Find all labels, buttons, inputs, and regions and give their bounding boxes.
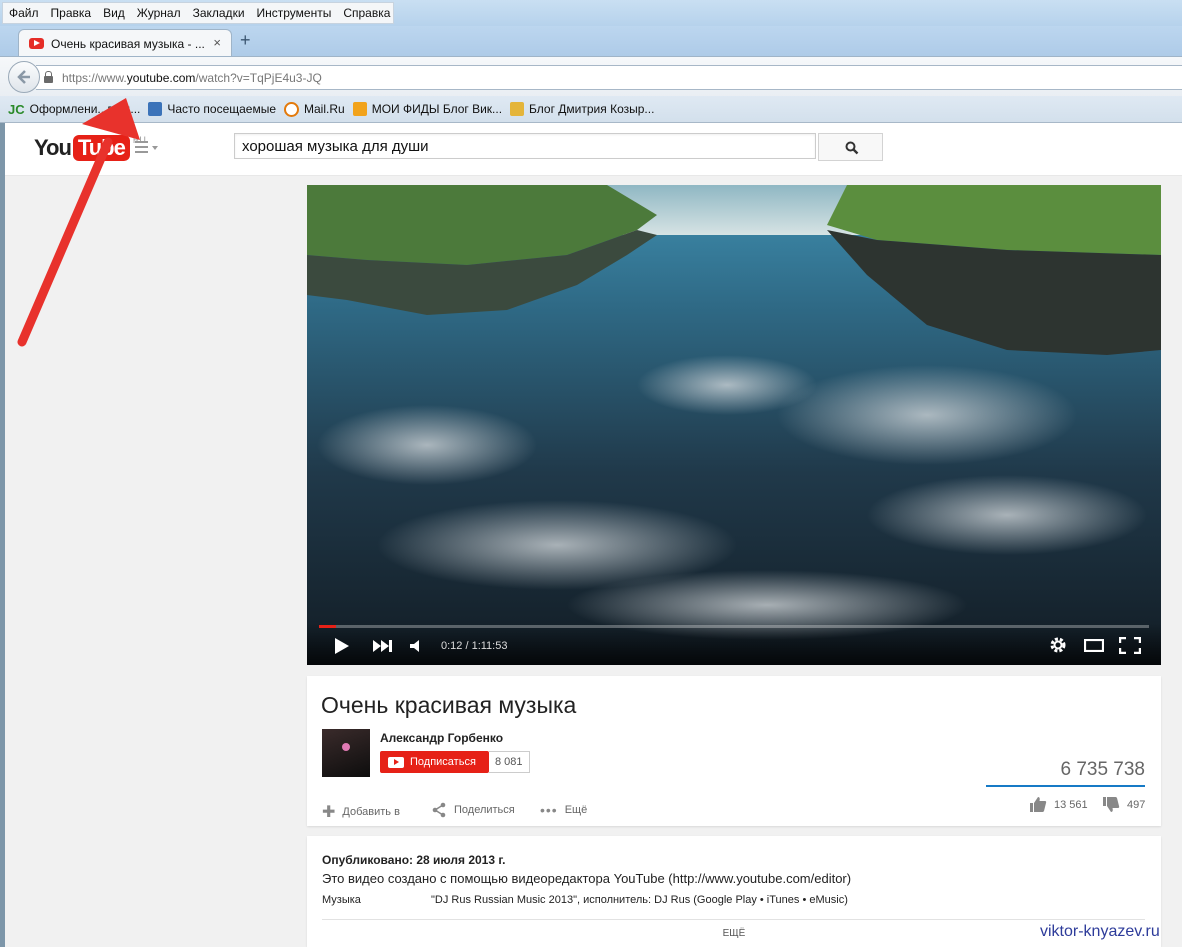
share-icon <box>432 802 446 818</box>
search-button[interactable] <box>818 133 883 161</box>
video-title: Очень красивая музыка <box>321 692 577 718</box>
fullscreen-icon[interactable] <box>1119 637 1141 654</box>
like-button[interactable]: 13 561 <box>1029 796 1088 813</box>
subscribe-button[interactable]: Подписаться <box>380 751 489 773</box>
thumbs-down-icon <box>1103 797 1120 812</box>
search-input[interactable] <box>234 133 816 159</box>
bookmarks-bar: JC Оформлени...ва ::... Часто посещаемые… <box>0 96 1182 123</box>
dislike-button[interactable]: 497 <box>1102 796 1145 813</box>
menu-bookmarks[interactable]: Закладки <box>187 6 251 20</box>
channel-name[interactable]: Александр Горбенко <box>380 731 503 745</box>
navigation-bar: https://www.youtube.com/watch?v=TqPjE4u3… <box>0 56 1182 97</box>
thumbs-up-icon <box>1030 797 1047 812</box>
menu-view[interactable]: Вид <box>97 6 131 20</box>
youtube-masthead: You Tube RU <box>5 123 1182 176</box>
watermark: viktor-knyazev.ru <box>1040 923 1160 940</box>
publish-date: Опубликовано: 28 июля 2013 г. <box>322 853 506 867</box>
music-label: Музыка <box>322 894 361 906</box>
bookmark-kozyrev-blog[interactable]: Блог Дмитрия Козыр... <box>510 102 654 116</box>
play-icon[interactable] <box>334 637 350 655</box>
menu-edit[interactable]: Правка <box>45 6 98 20</box>
bookmark-mailru[interactable]: Mail.Ru <box>284 101 345 117</box>
bookmark-most-visited[interactable]: Часто посещаемые <box>148 102 276 116</box>
theater-mode-icon[interactable] <box>1084 639 1104 652</box>
music-value: "DJ Rus Russian Music 2013", исполнитель… <box>431 894 848 906</box>
subscriber-count: 8 081 <box>489 751 530 773</box>
tab-youtube[interactable]: Очень красивая музыка - ... × <box>18 29 232 57</box>
more-actions-button[interactable]: ••• Ещё <box>540 802 587 818</box>
youtube-page: You Tube RU хорошая музыка для души 0:12… <box>0 123 1182 947</box>
video-info-card: Очень красивая музыка Александр Горбенко… <box>307 676 1161 826</box>
progress-bar[interactable] <box>319 625 1149 628</box>
menu-history[interactable]: Журнал <box>131 6 187 20</box>
channel-avatar[interactable] <box>322 729 370 777</box>
view-count: 6 735 738 <box>1060 759 1145 780</box>
settings-gear-icon[interactable] <box>1049 636 1067 654</box>
rss-icon <box>352 102 367 116</box>
red-annotation-arrow-icon <box>17 98 140 347</box>
menu-help[interactable]: Справка <box>337 6 396 20</box>
progress-fill <box>319 625 336 628</box>
show-more-button[interactable]: ЕЩЁ <box>307 928 1161 939</box>
tab-title: Очень красивая музыка - ... <box>51 36 205 51</box>
youtube-favicon-icon <box>29 38 44 49</box>
close-tab-icon[interactable]: × <box>213 35 221 50</box>
new-tab-button[interactable]: + <box>240 30 251 51</box>
address-bar[interactable]: https://www.youtube.com/watch?v=TqPjE4u3… <box>36 65 1182 90</box>
video-player[interactable]: 0:12 / 1:11:53 <box>307 185 1161 665</box>
like-ratio-bar <box>986 785 1145 787</box>
volume-icon[interactable] <box>410 640 424 652</box>
menu-tools[interactable]: Инструменты <box>251 6 338 20</box>
time-display: 0:12 / 1:11:53 <box>441 640 508 652</box>
player-controls: 0:12 / 1:11:53 <box>307 623 1161 665</box>
tab-strip: Очень красивая музыка - ... × + <box>0 26 1182 57</box>
share-button[interactable]: Поделиться <box>431 802 515 818</box>
youtube-play-icon <box>388 756 404 768</box>
search-icon <box>845 141 859 155</box>
menu-bar: Файл Правка Вид Журнал Закладки Инструме… <box>0 0 1182 26</box>
video-frame <box>307 185 1161 665</box>
plus-icon: ✚ <box>322 804 336 821</box>
menu-list: Файл Правка Вид Журнал Закладки Инструме… <box>2 2 394 24</box>
more-dots-icon: ••• <box>540 802 558 818</box>
divider <box>322 919 1145 920</box>
menu-file[interactable]: Файл <box>3 6 45 20</box>
next-icon[interactable] <box>373 640 393 652</box>
add-to-button[interactable]: ✚ Добавить в <box>322 802 400 822</box>
bookmark-my-feeds[interactable]: МОИ ФИДЫ Блог Вик... <box>352 102 502 116</box>
description-card: Опубликовано: 28 июля 2013 г. Это видео … <box>307 836 1161 947</box>
rss-icon <box>510 102 525 116</box>
mailru-icon <box>284 101 300 117</box>
description-text: Это видео создано с помощью видеоредакто… <box>322 871 852 886</box>
